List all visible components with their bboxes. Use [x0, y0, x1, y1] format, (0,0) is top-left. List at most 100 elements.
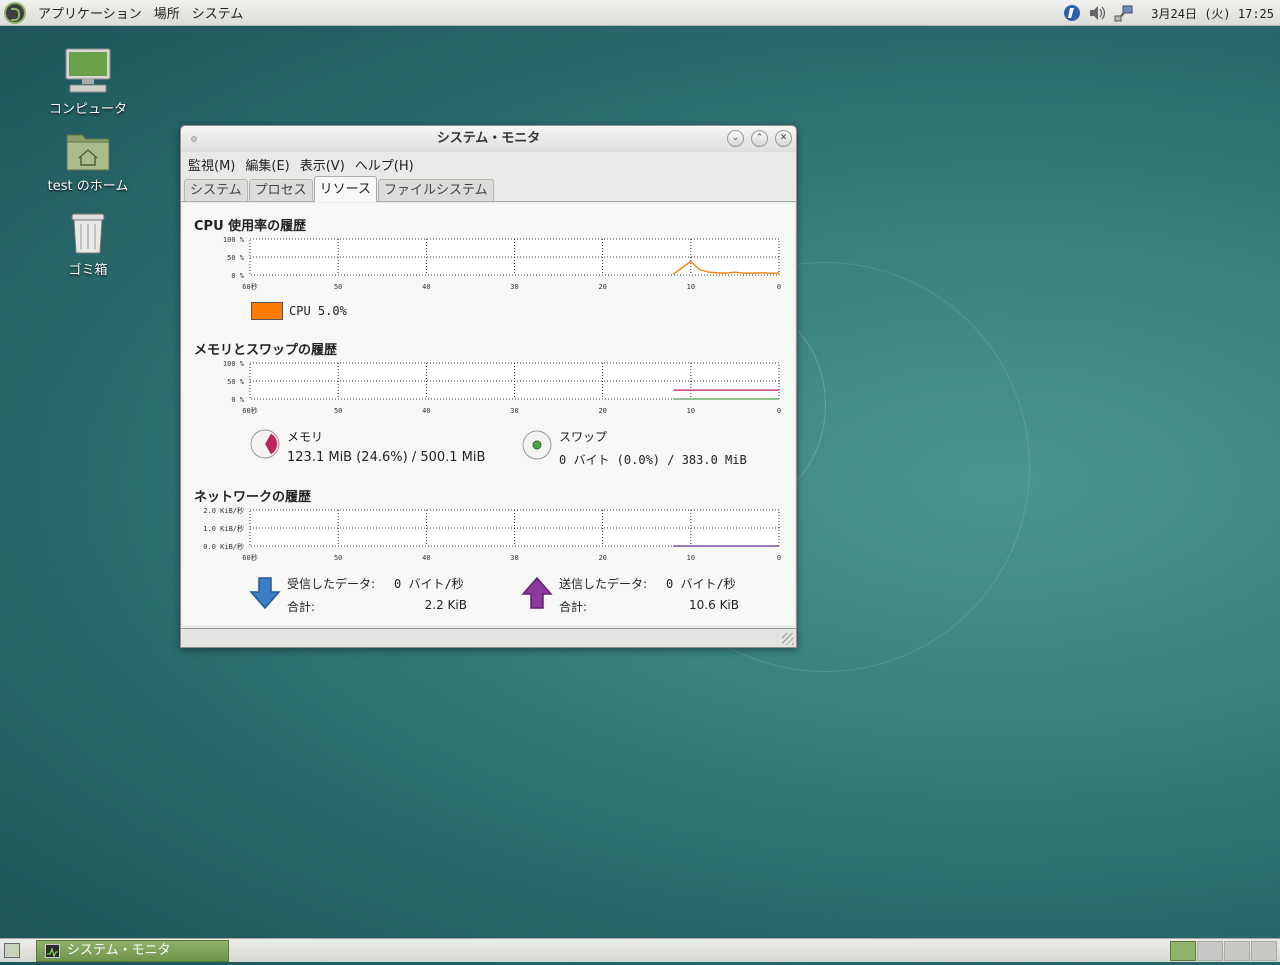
y-tick-label: 0.0 KiB/秒 [203, 542, 244, 551]
menu-places[interactable]: 場所 [148, 3, 186, 22]
x-tick-label: 30 [510, 407, 518, 415]
workspace-1[interactable] [1170, 941, 1196, 961]
x-tick-label: 0 [777, 283, 781, 291]
computer-icon [64, 48, 112, 94]
cpu-legend-label: CPU 5.0% [289, 304, 347, 318]
window-title: システム・モニタ [436, 131, 541, 146]
y-tick-label: 50 % [227, 378, 245, 386]
window-menubar: 監視(M) 編集(E) 表示(V) ヘルプ(H) [181, 152, 796, 176]
y-tick-label: 50 % [227, 254, 245, 262]
bottom-panel: システム・モニタ [0, 938, 1280, 962]
y-tick-label: 100 % [223, 360, 245, 368]
menu-help[interactable]: ヘルプ(H) [350, 155, 419, 174]
x-tick-label: 30 [510, 554, 518, 562]
cpu-history-graph: 60秒 50 40 30 20 10 0 100 % 50 % 0 % [223, 236, 781, 291]
close-button[interactable]: ✕ [775, 130, 792, 147]
y-tick-label: 100 % [223, 236, 245, 244]
x-tick-label: 10 [687, 554, 695, 562]
menu-applications[interactable]: アプリケーション [32, 3, 148, 22]
x-tick-label: 40 [422, 283, 430, 291]
desktop-icon-label: コンピュータ [48, 102, 127, 117]
tab-bar: システム プロセス リソース ファイルシステム [181, 176, 796, 202]
x-tick-label: 50 [334, 407, 342, 415]
memory-value: 123.1 MiB (24.6%) / 500.1 MiB [287, 450, 486, 465]
desktop-icon-home[interactable]: test のホーム [33, 131, 143, 194]
trash-icon [68, 211, 108, 255]
desktop-icon-label: ゴミ箱 [68, 263, 108, 278]
volume-icon[interactable] [1087, 2, 1109, 24]
y-tick-label: 0 % [231, 396, 244, 404]
receive-arrow-icon[interactable] [249, 576, 281, 610]
resources-panel: CPU 使用率の履歴 60秒 50 40 30 20 10 0 100 % 50 % 0 % CP… [182, 203, 795, 626]
y-tick-label: 1.0 KiB/秒 [203, 524, 244, 533]
swap-value: 0 バイト (0.0%) / 383.0 MiB [559, 453, 747, 467]
x-tick-label: 0 [777, 554, 781, 562]
show-desktop-icon[interactable] [4, 943, 20, 958]
send-arrow-icon[interactable] [521, 576, 553, 610]
x-tick-label: 0 [777, 407, 781, 415]
cpu-color-swatch[interactable] [251, 302, 283, 320]
update-manager-icon[interactable] [1061, 2, 1083, 24]
minimize-button[interactable]: ⌄ [727, 130, 744, 147]
mint-menu-icon[interactable] [4, 1, 26, 24]
x-tick-label: 20 [598, 554, 606, 562]
x-tick-label: 50 [334, 283, 342, 291]
memory-history-graph: 60秒 50 40 30 20 10 0 100 % 50 % 0 % [223, 360, 781, 415]
x-tick-label: 40 [422, 407, 430, 415]
menu-edit[interactable]: 編集(E) [240, 155, 294, 174]
memory-pie-icon[interactable] [249, 428, 281, 460]
x-tick-label: 20 [598, 407, 606, 415]
workspace-4[interactable] [1251, 941, 1277, 961]
network-icon[interactable] [1113, 2, 1135, 24]
x-tick-label: 10 [687, 283, 695, 291]
network-history-title: ネットワークの履歴 [194, 490, 312, 505]
tab-system[interactable]: システム [184, 179, 248, 201]
desktop-icon-computer[interactable]: コンピュータ [33, 48, 143, 117]
y-tick-label: 0 % [231, 272, 244, 280]
system-tray: 3月24日 (火) 17:25 [1059, 0, 1280, 26]
x-tick-label: 50 [334, 554, 342, 562]
taskbar-item-label: システム・モニタ [67, 943, 171, 958]
system-monitor-task-icon [45, 944, 60, 958]
menu-monitor[interactable]: 監視(M) [183, 155, 240, 174]
x-tick-label: 60秒 [242, 553, 257, 562]
workspace-3[interactable] [1224, 941, 1250, 961]
tab-processes[interactable]: プロセス [248, 179, 313, 201]
tab-filesystems[interactable]: ファイルシステム [378, 179, 494, 201]
maximize-button[interactable]: ⌃ [751, 130, 768, 147]
taskbar-item-system-monitor[interactable]: システム・モニタ [36, 940, 229, 962]
x-tick-label: 10 [687, 407, 695, 415]
network-history-graph: 60秒 50 40 30 20 10 0 2.0 KiB/秒 1.0 KiB/秒 0.0 KiB/… [203, 506, 781, 562]
window-statusbar [181, 628, 796, 647]
clock[interactable]: 3月24日 (火) 17:25 [1151, 5, 1274, 22]
sent-rate: 0 バイト/秒 [666, 577, 736, 591]
sent-label: 送信したデータ: [559, 577, 648, 591]
resize-grip-icon[interactable] [782, 633, 794, 645]
desktop-icon-trash[interactable]: ゴミ箱 [33, 211, 143, 278]
memory-label: メモリ [287, 430, 324, 444]
swap-label: スワップ [559, 430, 608, 444]
swap-pie-icon[interactable] [521, 429, 553, 461]
desktop-icon-label: test のホーム [47, 179, 129, 194]
tab-resources[interactable]: リソース [313, 176, 377, 202]
x-tick-label: 60秒 [242, 282, 257, 291]
x-tick-label: 40 [422, 554, 430, 562]
window-titlebar[interactable]: システム・モニタ ⌄ ⌃ ✕ [181, 126, 796, 152]
x-tick-label: 30 [510, 283, 518, 291]
received-label: 受信したデータ: [287, 577, 376, 591]
window-menu-icon[interactable] [191, 136, 197, 142]
menu-view[interactable]: 表示(V) [295, 155, 350, 174]
menu-system[interactable]: システム [186, 3, 250, 22]
cpu-history-title: CPU 使用率の履歴 [194, 219, 307, 234]
x-tick-label: 60秒 [242, 406, 257, 415]
received-total: 2.2 KiB [424, 598, 467, 612]
system-monitor-window: システム・モニタ ⌄ ⌃ ✕ 監視(M) 編集(E) 表示(V) ヘルプ(H) … [180, 125, 797, 648]
sent-total: 10.6 KiB [689, 598, 739, 612]
y-tick-label: 2.0 KiB/秒 [203, 506, 244, 515]
memory-history-title: メモリとスワップの履歴 [194, 343, 338, 358]
home-folder-icon [66, 131, 110, 171]
received-rate: 0 バイト/秒 [394, 577, 464, 591]
x-tick-label: 20 [598, 283, 606, 291]
top-panel: アプリケーション 場所 システム 3月24日 (火) 17:25 [0, 0, 1280, 26]
workspace-2[interactable] [1197, 941, 1223, 961]
